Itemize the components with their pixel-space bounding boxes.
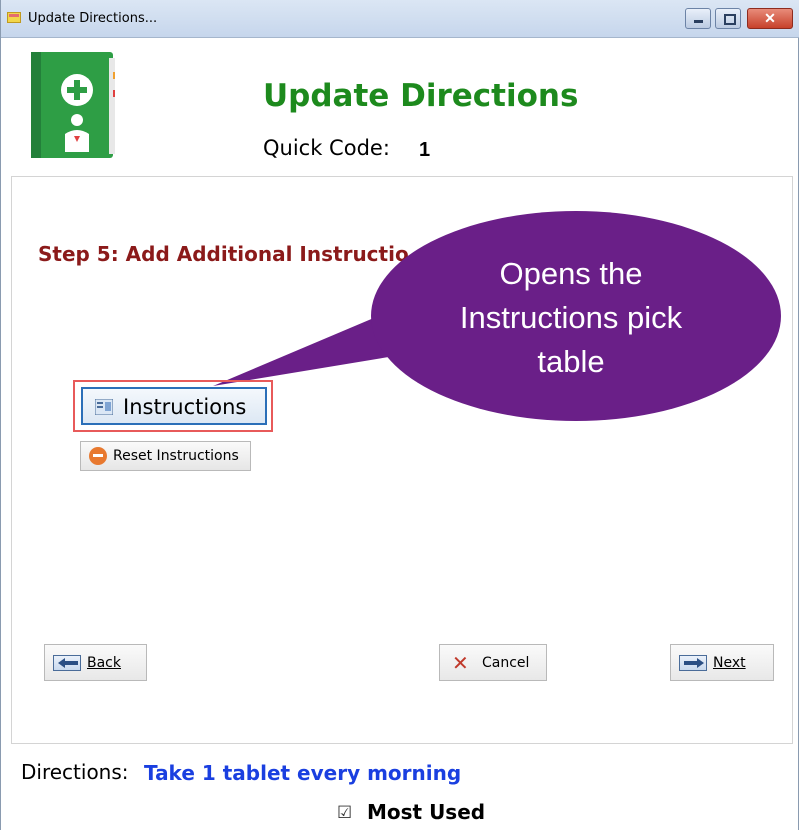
medical-book-icon	[31, 52, 115, 158]
callout-text: Opens the Instructions pick table	[401, 252, 741, 384]
instructions-icon	[95, 399, 113, 415]
close-icon: ✕	[764, 10, 776, 26]
reset-instructions-label: Reset Instructions	[113, 448, 239, 464]
quick-code-label: Quick Code:	[263, 136, 390, 160]
close-button[interactable]: ✕	[747, 8, 793, 29]
arrow-right-icon	[679, 655, 707, 671]
callout-line: Opens the	[499, 256, 643, 291]
quick-code-value: 1	[419, 139, 431, 161]
title-bar[interactable]: Update Directions... ✕	[1, 0, 799, 38]
back-button[interactable]: Back	[44, 644, 147, 681]
cancel-x-icon: ✕	[452, 651, 469, 675]
next-button-label: Next	[713, 655, 746, 671]
back-button-label: Back	[87, 655, 121, 671]
arrow-left-icon	[53, 655, 81, 671]
reset-icon	[89, 447, 107, 465]
directions-label: Directions:	[21, 760, 129, 784]
instructions-button-label: Instructions	[123, 395, 247, 419]
step-heading: Step 5: Add Additional Instructio	[38, 242, 409, 266]
minimize-button[interactable]	[685, 8, 711, 29]
maximize-button[interactable]	[715, 8, 741, 29]
callout-line: table	[537, 344, 605, 379]
page-title: Update Directions	[263, 78, 579, 114]
most-used-label[interactable]: Most Used	[367, 800, 485, 824]
instructions-button[interactable]: Instructions	[81, 387, 267, 425]
cancel-button[interactable]: ✕ Cancel	[439, 644, 547, 681]
reset-instructions-button[interactable]: Reset Instructions	[80, 441, 251, 471]
window-title: Update Directions...	[28, 11, 158, 26]
next-button[interactable]: Next	[670, 644, 774, 681]
directions-value: Take 1 tablet every morning	[144, 761, 462, 785]
app-window-icon	[7, 12, 21, 23]
most-used-checkbox[interactable]: ☑	[337, 803, 352, 823]
update-directions-window: Update Directions... ✕ Update Directions…	[0, 0, 799, 830]
cancel-button-label: Cancel	[482, 655, 530, 671]
callout-line: Instructions pick	[459, 300, 683, 335]
